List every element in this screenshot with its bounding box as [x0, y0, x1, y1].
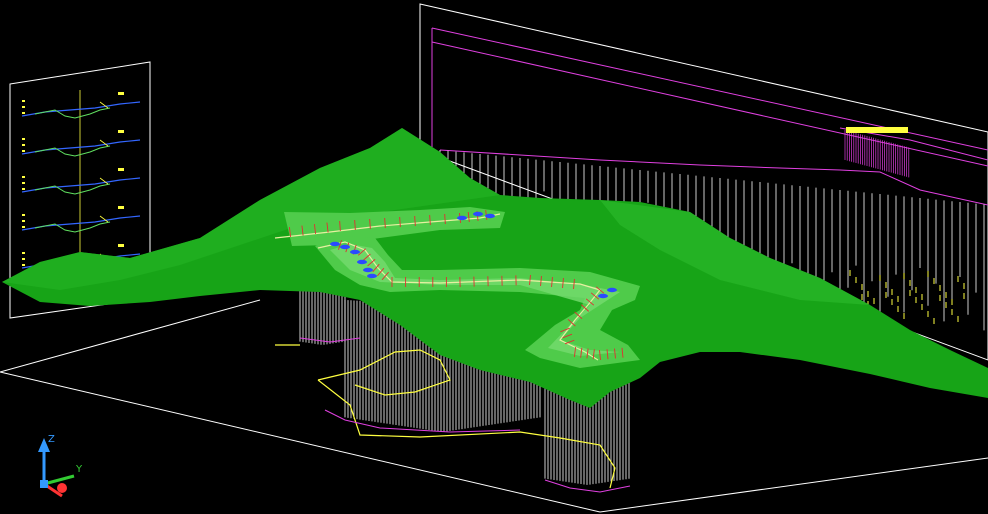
- profile-label-bar: [846, 127, 908, 133]
- drainage-marker: [598, 293, 608, 299]
- drainage-marker: [485, 213, 495, 219]
- ucs-axis-icon: Z Y: [38, 434, 83, 498]
- section-elev-tag: [118, 92, 124, 95]
- section-tick: [22, 220, 25, 222]
- section-tick: [22, 112, 25, 114]
- section-elev-tag: [118, 130, 124, 133]
- section-tick: [22, 138, 25, 140]
- drainage-marker: [357, 259, 367, 265]
- section-elev-tag: [118, 244, 124, 247]
- section-tick: [22, 176, 25, 178]
- section-tick: [22, 188, 25, 190]
- model-space-scene[interactable]: Z Y: [0, 0, 988, 514]
- section-tick: [22, 214, 25, 216]
- section-tick: [22, 106, 25, 108]
- drainage-marker: [607, 287, 617, 293]
- drainage-marker: [473, 211, 483, 217]
- section-elev-tag: [118, 206, 124, 209]
- drainage-marker: [367, 273, 377, 279]
- profile-grid: [431, 27, 988, 206]
- section-tick: [22, 264, 25, 266]
- section-tick: [22, 258, 25, 260]
- section-tick: [22, 100, 25, 102]
- drainage-marker: [363, 267, 373, 273]
- cad-3d-viewport[interactable]: Z Y: [0, 0, 988, 514]
- section-tick: [22, 182, 25, 184]
- drainage-marker: [457, 215, 467, 221]
- drainage-marker: [330, 241, 340, 247]
- section-tick: [22, 144, 25, 146]
- section-elev-tag: [118, 168, 124, 171]
- section-tick: [22, 252, 25, 254]
- drainage-marker: [350, 249, 360, 255]
- z-axis-label: Z: [48, 434, 55, 445]
- section-tick: [22, 150, 25, 152]
- section-tick: [22, 226, 25, 228]
- y-axis-label: Y: [75, 464, 83, 475]
- drainage-marker: [340, 244, 350, 250]
